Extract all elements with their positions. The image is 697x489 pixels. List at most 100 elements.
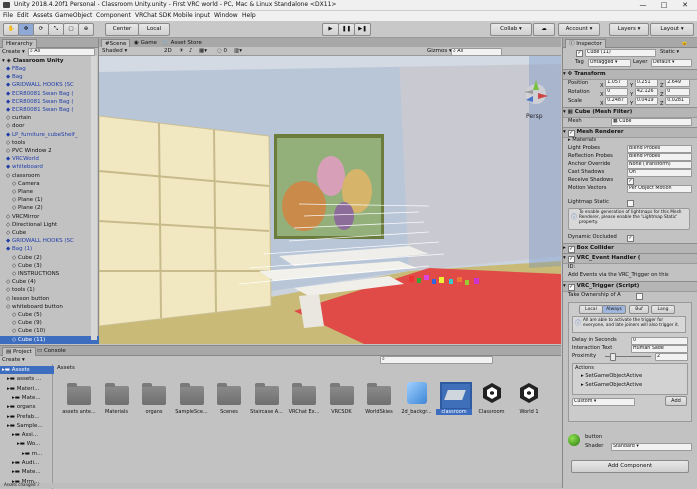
minimize-button[interactable]: —	[633, 0, 653, 10]
scale-x-value[interactable]: 0.2487	[605, 97, 629, 105]
rotate-tool-icon[interactable]: ⟳	[33, 23, 49, 36]
hierarchy-item[interactable]: ◇ whiteboard button	[6, 303, 63, 311]
position-x-value[interactable]: 1.057	[605, 79, 629, 87]
menu-vrchat-sdk[interactable]: VRChat SDK	[135, 12, 171, 19]
rotation-y[interactable]: Y 42.126	[630, 88, 658, 98]
step-button[interactable]: ▶❚	[354, 23, 371, 36]
hierarchy-item[interactable]: ◇ Cube (4)	[6, 278, 36, 286]
menu-mobile-input[interactable]: Mobile input	[173, 12, 210, 19]
scale-y[interactable]: Y 0.0419	[630, 97, 658, 107]
asset-item[interactable]: classroom	[436, 380, 472, 420]
receive-shadows-checkbox[interactable]: ✓	[627, 178, 634, 185]
hierarchy-item[interactable]: ◆ FBag	[6, 65, 26, 73]
rect-tool-icon[interactable]: ▢	[63, 23, 79, 36]
hierarchy-item[interactable]: ◇ Camera	[12, 180, 40, 188]
project-tree-item[interactable]: ▸▬ assets ...	[7, 375, 41, 383]
shading-mode-dropdown[interactable]: Shaded ▾	[102, 47, 127, 55]
menu-component[interactable]: Component	[96, 12, 131, 19]
hierarchy-item[interactable]: ◆ ECR80081 Swan Bag (	[6, 98, 74, 106]
hierarchy-item[interactable]: ◇ Cube	[6, 229, 26, 237]
project-search-input[interactable]: ⌕	[380, 356, 493, 364]
rotation-z[interactable]: Z 0	[660, 88, 691, 98]
project-tree-item[interactable]: ▸▬ Prefab...	[7, 413, 40, 421]
asset-item[interactable]: Classroom	[474, 380, 510, 420]
mode-2d-toggle[interactable]: 2D	[164, 47, 172, 55]
inspector-lock-icon[interactable]: 🔒	[678, 39, 691, 47]
project-tree-item[interactable]: ▸▬ Wo...	[17, 440, 40, 448]
play-button[interactable]: ▶	[322, 23, 339, 36]
hierarchy-item[interactable]: ◇ curtain	[6, 114, 31, 122]
asset-item[interactable]: Staircase A...	[249, 380, 285, 420]
hierarchy-item[interactable]: ◇ INSTRUCTIONS	[12, 270, 59, 278]
grid-toggle-icon[interactable]: ▥▾	[234, 47, 242, 55]
collab-dropdown[interactable]: Collab ▾	[490, 23, 532, 36]
position-z[interactable]: Z 2.649	[660, 79, 691, 89]
menu-assets[interactable]: Assets	[33, 12, 53, 19]
menu-edit[interactable]: Edit	[17, 12, 29, 19]
object-name-field[interactable]: Cube (11)	[585, 49, 656, 57]
hierarchy-item[interactable]: ◇ VRCMirror	[6, 213, 39, 221]
tab-inspector[interactable]: ⓘ Inspector	[565, 39, 606, 48]
account-dropdown[interactable]: Account ▾	[558, 23, 600, 36]
interaction-text-field[interactable]: Human Sade	[631, 345, 688, 353]
delay-field[interactable]: 0	[631, 337, 688, 345]
action-item-1[interactable]: ▸ SetGameObjectActive	[581, 372, 642, 380]
proximity-slider-handle[interactable]	[610, 353, 616, 361]
hierarchy-create-button[interactable]: Create ▾	[2, 48, 25, 56]
scale-z[interactable]: Z 0.0281	[660, 97, 691, 107]
transform-tool-icon[interactable]: ⊕	[78, 23, 94, 36]
position-y-value[interactable]: 0.251	[634, 79, 658, 87]
action-item-2[interactable]: ▸ SetGameObjectActive	[581, 381, 642, 389]
position-z-value[interactable]: 2.649	[665, 79, 691, 87]
project-create-button[interactable]: Create ▾	[2, 356, 25, 364]
trigger-tab-always[interactable]: Always	[602, 305, 626, 314]
trigger-tab-lang[interactable]: Lang	[651, 305, 675, 314]
scale-x[interactable]: X 0.2487	[600, 97, 629, 107]
vrc-trigger-enabled-checkbox[interactable]: ✓	[567, 284, 575, 291]
mesh-field[interactable]: ▦ Cube	[611, 118, 692, 126]
hierarchy-item[interactable]: ◇ door	[6, 122, 24, 130]
hierarchy-item[interactable]: ◇ Cube (11)	[0, 335, 102, 344]
assets-breadcrumb[interactable]: Assets	[57, 364, 75, 372]
space-toggle[interactable]: Local	[138, 23, 170, 36]
cast-shadows-dropdown[interactable]: On	[627, 169, 692, 177]
static-toggle[interactable]: Static ▾	[660, 48, 679, 56]
trigger-tab-buf[interactable]: Buf	[629, 305, 649, 314]
hierarchy-item[interactable]: ◇ classroom	[6, 172, 40, 180]
vrc-event-header[interactable]: ▾ ✓ VRC_Event Handler (	[563, 253, 697, 264]
asset-item[interactable]: organs	[136, 380, 172, 420]
hierarchy-item[interactable]: ◇ PVC Window 2	[6, 147, 52, 155]
add-component-button[interactable]: Add Component	[571, 460, 689, 473]
box-collider-enabled-checkbox[interactable]: ✓	[567, 246, 575, 253]
hierarchy-scrollbar[interactable]	[91, 56, 97, 340]
hierarchy-item[interactable]: ◆ GRIDWALL HOOKS (SC	[6, 81, 74, 89]
gizmos-dropdown[interactable]: Gizmos ▾	[427, 47, 452, 55]
project-tree-item[interactable]: ▸▬ organs	[7, 403, 35, 411]
scene-viewport[interactable]: Persp	[99, 56, 561, 344]
materials-foldout[interactable]: ▸ Materials	[568, 136, 596, 144]
position-y[interactable]: Y 0.251	[630, 79, 658, 89]
reflection-probes-dropdown[interactable]: Blend Probes	[627, 153, 692, 161]
scene-search-input[interactable]: ⌕ All	[451, 48, 502, 56]
asset-item[interactable]: assets ante...	[61, 380, 97, 420]
move-tool-icon[interactable]: ✥	[18, 23, 34, 36]
tab-hierarchy[interactable]: Hierarchy	[2, 39, 37, 48]
menu-window[interactable]: Window	[214, 12, 238, 19]
hierarchy-item[interactable]: ◆ GRIDWALL HOOKS (SC	[6, 237, 74, 245]
asset-item[interactable]: VRCSDK	[324, 380, 360, 420]
hierarchy-search-input[interactable]: ⌕ All	[28, 48, 95, 56]
hierarchy-item[interactable]: ◇ Cube (9)	[12, 319, 42, 327]
dynamic-occluded-checkbox[interactable]: ✓	[627, 235, 634, 242]
maximize-button[interactable]: □	[654, 0, 674, 10]
menu-help[interactable]: Help	[242, 12, 256, 19]
proximity-field[interactable]: 2	[655, 353, 688, 361]
project-tree-item[interactable]: ▸▬ Assi...	[12, 431, 38, 439]
tab-asset-store[interactable]: 🛒 Asset Store	[159, 39, 205, 47]
lighting-toggle-icon[interactable]: ☀	[179, 47, 184, 55]
cloud-icon[interactable]: ☁	[533, 23, 555, 36]
asset-item[interactable]: World 1	[511, 380, 547, 420]
scale-tool-icon[interactable]: ⤡	[48, 23, 64, 36]
event-type-dropdown[interactable]: Custom ▾	[572, 398, 635, 406]
hierarchy-item[interactable]: ◇ Cube (3)	[12, 262, 42, 270]
menu-file[interactable]: File	[3, 12, 13, 19]
